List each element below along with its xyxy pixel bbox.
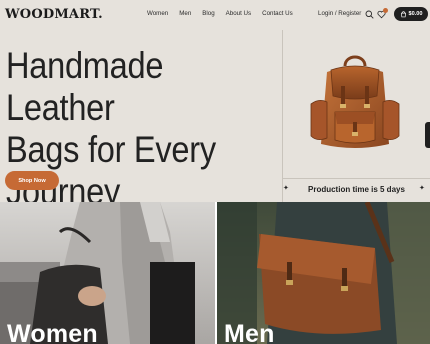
- category-label-women: Women: [7, 320, 98, 344]
- login-register-link[interactable]: Login / Register: [318, 10, 361, 17]
- hero-section: Handmade Leather Bags for Every Journey …: [0, 30, 430, 212]
- next-product-arrow[interactable]: ✦: [419, 184, 425, 192]
- category-label-men: Men: [224, 320, 275, 344]
- shop-now-button[interactable]: Shop Now: [5, 171, 59, 190]
- main-nav: Women Men Blog About Us Contact Us: [147, 10, 304, 17]
- category-card-men[interactable]: Men: [217, 202, 430, 344]
- site-header: WOODMART. Women Men Blog About Us Contac…: [0, 0, 430, 30]
- prev-product-arrow[interactable]: ✦: [283, 184, 289, 192]
- side-panel-tab[interactable]: [425, 122, 430, 148]
- hero-title-line: Handmade Leather: [6, 45, 164, 128]
- hero-divider: [282, 30, 283, 202]
- nav-contact-us[interactable]: Contact Us: [262, 10, 293, 17]
- nav-blog[interactable]: Blog: [202, 10, 214, 17]
- page: WOODMART. Women Men Blog About Us Contac…: [0, 0, 430, 344]
- nav-about-us[interactable]: About Us: [226, 10, 251, 17]
- hero-divider: [282, 178, 430, 179]
- cart-button[interactable]: $0.00: [394, 7, 428, 21]
- leather-backpack-image: [310, 55, 400, 148]
- cart-icon: [400, 10, 406, 17]
- nav-men[interactable]: Men: [179, 10, 191, 17]
- wishlist-count-badge: [383, 8, 388, 13]
- cart-total: $0.00: [408, 11, 423, 17]
- product-caption: Production time is 5 days: [308, 185, 405, 194]
- nav-women[interactable]: Women: [147, 10, 168, 17]
- site-logo[interactable]: WOODMART.: [5, 7, 103, 22]
- category-card-women[interactable]: Women: [0, 202, 215, 344]
- hero-title-line: Bags for Every: [6, 129, 216, 170]
- search-icon[interactable]: [365, 10, 374, 19]
